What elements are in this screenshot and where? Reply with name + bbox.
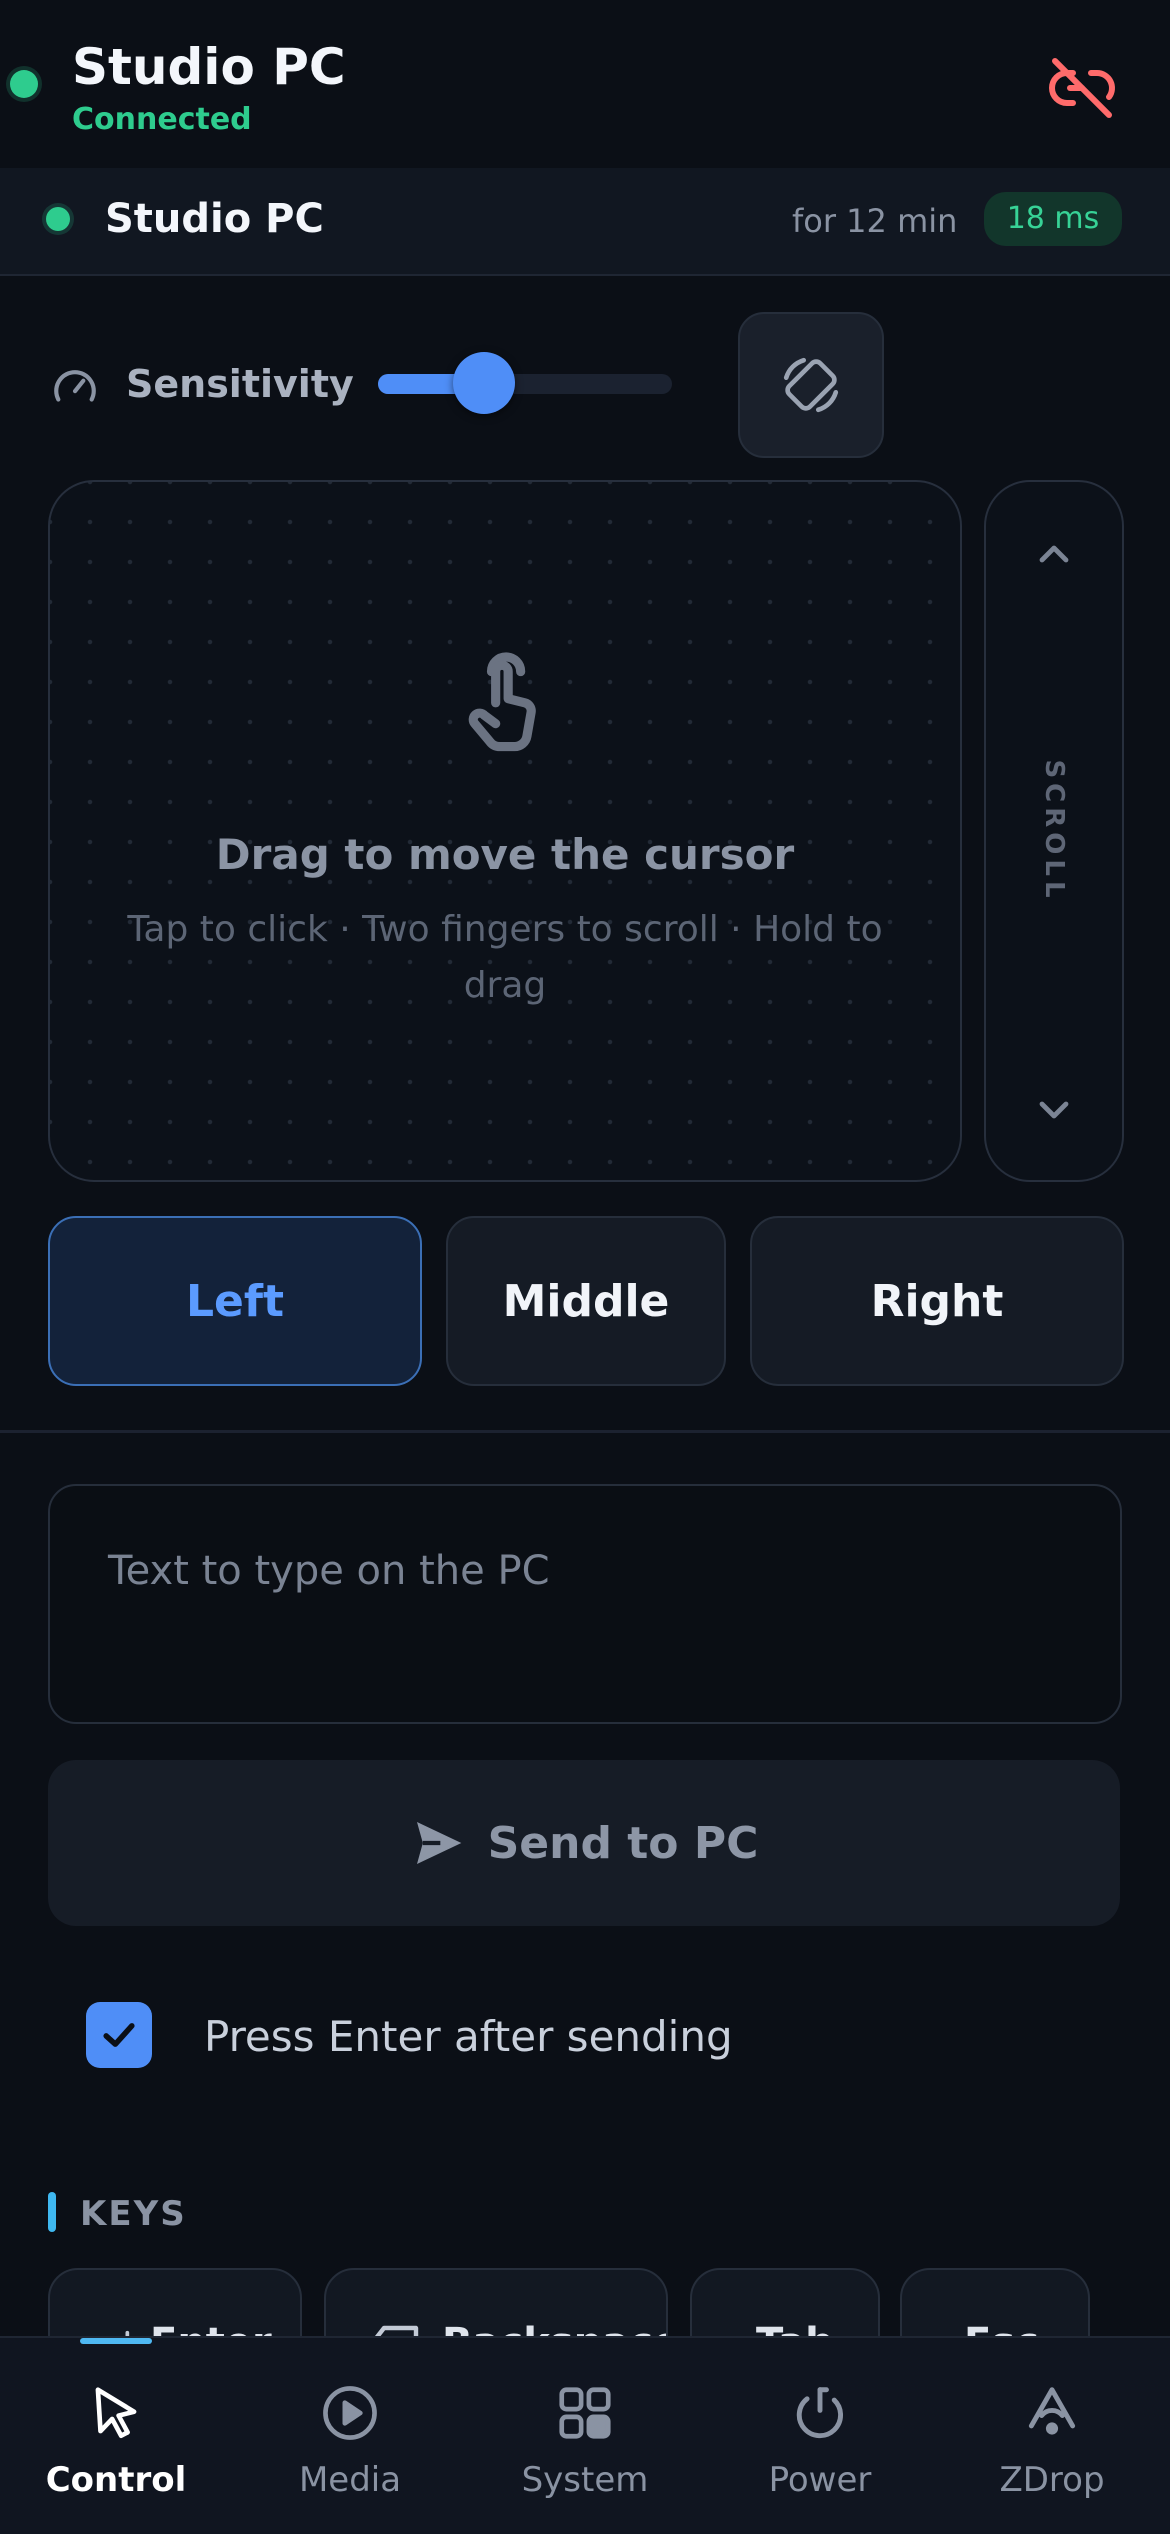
send-label: Send to PC (487, 1817, 759, 1869)
latency-badge: 18 ms (984, 192, 1122, 246)
middle-click-button[interactable]: Middle (446, 1216, 726, 1386)
tab-power-label: Power (768, 2460, 872, 2500)
power-icon (789, 2382, 851, 2444)
press-enter-checkbox[interactable] (86, 2002, 152, 2068)
link-off-icon[interactable] (1046, 52, 1118, 124)
touchpad[interactable]: Drag to move the cursor Tap to click · T… (48, 480, 962, 1182)
bottom-tab-bar: Control Media System Power ZDrop (0, 2336, 1170, 2534)
tab-control[interactable]: Control (16, 2338, 216, 2534)
touchpad-title: Drag to move the cursor (215, 830, 795, 879)
cursor-icon (85, 2382, 147, 2444)
press-enter-label: Press Enter after sending (204, 2012, 733, 2061)
app-header: Studio PC Connected (0, 0, 1170, 166)
left-click-button[interactable]: Left (48, 1216, 422, 1386)
scroll-down-icon[interactable] (1030, 1086, 1078, 1134)
keys-accent-bar (48, 2192, 56, 2232)
touchpad-hint: Tap to click · Two fingers to scroll · H… (127, 909, 883, 1006)
zdrop-icon (1021, 2382, 1083, 2444)
rotate-button[interactable] (738, 312, 884, 458)
screen-rotate-icon (776, 350, 846, 420)
connection-status: Connected (72, 102, 252, 137)
scroll-label: SCROLL (1039, 759, 1069, 903)
play-circle-icon (319, 2382, 381, 2444)
tab-media-label: Media (298, 2460, 402, 2500)
connection-bar: Studio PC for 12 min 18 ms (0, 168, 1170, 276)
scroll-strip[interactable]: SCROLL (984, 480, 1124, 1182)
tab-zdrop[interactable]: ZDrop (952, 2338, 1152, 2534)
connection-device-name: Studio PC (105, 196, 324, 242)
touch-hand-icon (454, 652, 554, 762)
sensitivity-label: Sensitivity (126, 362, 354, 406)
tab-power[interactable]: Power (720, 2338, 920, 2534)
section-divider (0, 1430, 1170, 1433)
type-text-placeholder: Text to type on the PC (108, 1548, 550, 1594)
scroll-up-icon[interactable] (1030, 530, 1078, 578)
tab-zdrop-label: ZDrop (999, 2460, 1105, 2500)
tab-control-label: Control (45, 2460, 187, 2500)
tab-system-label: System (521, 2460, 649, 2500)
connection-duration: for 12 min (792, 202, 958, 240)
keys-title: KEYS (80, 2194, 187, 2234)
type-text-field[interactable]: Text to type on the PC (48, 1484, 1122, 1724)
tab-system[interactable]: System (485, 2338, 685, 2534)
gauge-icon (50, 362, 100, 412)
sensitivity-knob[interactable] (452, 352, 515, 414)
send-icon (410, 1815, 466, 1871)
status-dot (10, 70, 38, 98)
grid-icon (554, 2382, 616, 2444)
right-click-button[interactable]: Right (750, 1216, 1124, 1386)
connection-dot (46, 207, 70, 231)
device-title: Studio PC (72, 38, 346, 96)
tab-media[interactable]: Media (250, 2338, 450, 2534)
send-to-pc-button[interactable]: Send to PC (48, 1760, 1120, 1926)
sensitivity-slider[interactable] (378, 352, 672, 414)
